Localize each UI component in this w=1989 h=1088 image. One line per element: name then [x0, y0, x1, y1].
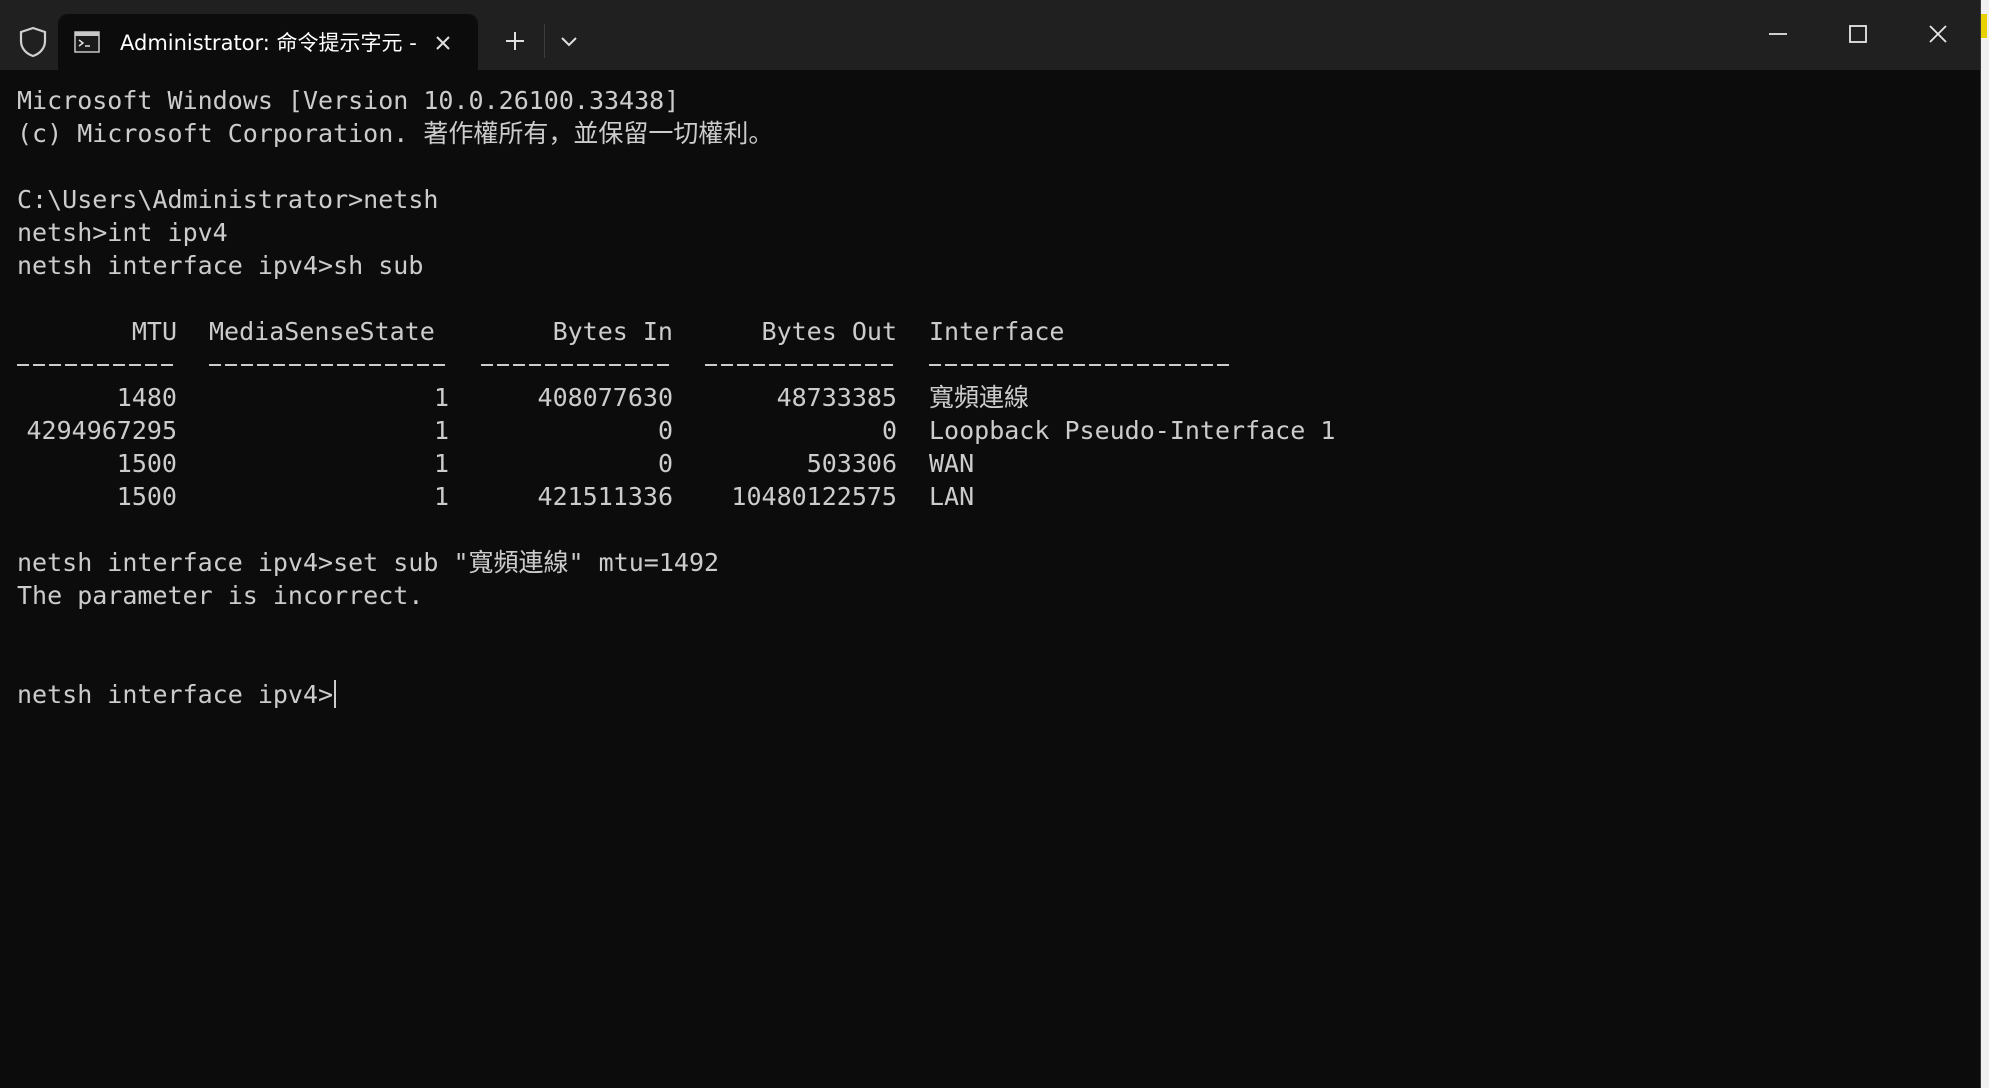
table-cell-interface: 寬頻連線 — [929, 383, 1030, 412]
table-cell-media-sense-state: 1 — [433, 449, 449, 478]
table-cell-bytes-out: 48733385 — [776, 383, 897, 412]
desktop-edge-mark — [1981, 14, 1987, 38]
plus-icon[interactable] — [500, 26, 530, 56]
table-cell-bytes-in: 408077630 — [537, 383, 673, 412]
command-line: netsh interface ipv4>sh sub — [17, 251, 424, 280]
table-cell-mtu: 1480 — [116, 383, 177, 412]
tab-administrator[interactable]: Administrator: 命令提示字元 - — [58, 14, 478, 72]
table-cell-bytes-out: 0 — [881, 416, 897, 445]
titlebar-divider — [544, 24, 545, 58]
table-cell-media-sense-state: 1 — [433, 482, 449, 511]
shield-icon — [19, 26, 47, 58]
table-cell-interface: WAN — [929, 449, 975, 478]
tab-title: Administrator: 命令提示字元 - — [120, 31, 417, 55]
table-cell-media-sense-state: 1 — [433, 416, 449, 445]
table-cell-bytes-in: 0 — [657, 416, 673, 445]
table-cell-bytes-out: 503306 — [806, 449, 897, 478]
terminal-output[interactable]: Microsoft Windows [Version 10.0.26100.33… — [0, 70, 1975, 1088]
command-line: C:\Users\Administrator>netsh — [17, 185, 439, 214]
table-separator — [481, 364, 673, 366]
table-cell-media-sense-state: 1 — [433, 383, 449, 412]
table-cell-bytes-in: 421511336 — [537, 482, 673, 511]
command-line: netsh>int ipv4 — [17, 218, 228, 247]
table-cell-mtu: 1500 — [116, 449, 177, 478]
table-cell-bytes-in: 0 — [657, 449, 673, 478]
command-prompt-icon — [74, 31, 100, 53]
table-cell-interface: Loopback Pseudo-Interface 1 — [929, 416, 1336, 445]
text-cursor — [334, 680, 337, 708]
command-line: netsh interface ipv4>set sub "寬頻連線" mtu=… — [17, 548, 720, 577]
table-separator — [929, 364, 1229, 366]
terminal-window: Administrator: 命令提示字元 - Microsoft Window… — [0, 0, 1981, 1088]
maximize-icon[interactable] — [1830, 14, 1886, 54]
table-separator — [17, 364, 177, 366]
table-cell-interface: LAN — [929, 482, 975, 511]
minimize-icon[interactable] — [1750, 14, 1806, 54]
desktop-background — [1981, 0, 1989, 1088]
table-cell-mtu: 4294967295 — [26, 416, 177, 445]
column-header-mtu: MTU — [131, 317, 177, 346]
close-icon[interactable] — [1910, 14, 1966, 54]
table-cell-mtu: 1500 — [116, 482, 177, 511]
column-header-bytes-in: Bytes In — [552, 317, 673, 346]
prompt-line[interactable]: netsh interface ipv4> — [17, 678, 337, 711]
column-header-bytes-out: Bytes Out — [761, 317, 897, 346]
column-header-interface: Interface — [929, 317, 1065, 346]
table-separator — [705, 364, 897, 366]
banner-version: Microsoft Windows [Version 10.0.26100.33… — [17, 86, 680, 115]
title-bar[interactable]: Administrator: 命令提示字元 - — [0, 0, 1980, 72]
close-icon[interactable] — [428, 28, 458, 58]
error-message: The parameter is incorrect. — [17, 581, 424, 610]
banner-copyright: (c) Microsoft Corporation. 著作權所有，並保留一切權利… — [17, 119, 774, 148]
column-header-media-sense-state: MediaSenseState — [209, 317, 435, 346]
table-cell-bytes-out: 10480122575 — [731, 482, 897, 511]
chevron-down-icon[interactable] — [554, 28, 584, 56]
table-separator — [209, 364, 449, 366]
prompt-text: netsh interface ipv4> — [17, 680, 334, 709]
